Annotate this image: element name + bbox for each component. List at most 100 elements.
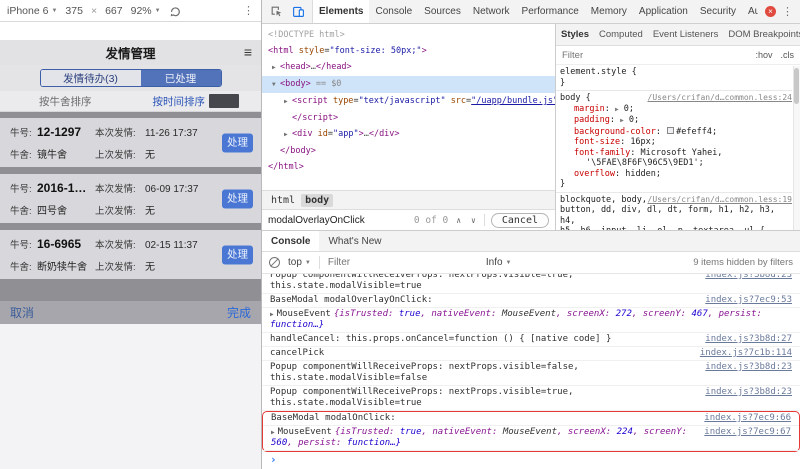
- source-link[interactable]: index.js?7ec9:53: [705, 295, 792, 306]
- devtools-pane: Elements Console Sources Network Perform…: [262, 0, 800, 469]
- tab-performance[interactable]: Performance: [516, 0, 585, 23]
- execution-context-select[interactable]: top ▼: [288, 257, 311, 268]
- sort-by-time[interactable]: 按时间排序: [153, 94, 206, 109]
- body-rule[interactable]: /Users/crifan/d…common.less:24 body { mar…: [556, 91, 792, 193]
- source-link[interactable]: index.js?3b8d:23: [705, 387, 792, 398]
- html-close-node[interactable]: </html>: [262, 159, 555, 175]
- inspect-icon[interactable]: [266, 2, 286, 22]
- script-node[interactable]: ▶ <script type="text/javascript" src="/ua…: [262, 93, 555, 110]
- script-close-node[interactable]: </script>: [262, 110, 555, 126]
- expand-icon[interactable]: ▶: [284, 94, 292, 110]
- more-icon[interactable]: ⋮: [782, 5, 793, 18]
- source-link[interactable]: index.js?3b8d:23: [705, 362, 792, 373]
- html-open-node[interactable]: <html style="font-size: 50px;">: [262, 43, 555, 59]
- more-icon[interactable]: ⋮: [243, 4, 254, 17]
- tab-audits[interactable]: Audits: [742, 0, 758, 23]
- expand-icon[interactable]: ▶: [272, 60, 280, 76]
- breadcrumb-body[interactable]: body: [301, 193, 334, 207]
- cow-no-label: 牛号:: [10, 128, 32, 139]
- current-estrus-value: 11-26 17:37: [145, 128, 198, 139]
- doctype-node[interactable]: <!DOCTYPE html>: [262, 27, 555, 43]
- color-swatch[interactable]: [667, 127, 675, 134]
- source-link[interactable]: index.js?7ec9:67: [704, 427, 791, 438]
- body-close-node[interactable]: </body>: [262, 143, 555, 159]
- stylesheet-link[interactable]: /Users/crifan/d…common.less:19: [648, 195, 793, 206]
- css-property[interactable]: overflow: hidden;: [560, 169, 792, 180]
- source-link[interactable]: index.js?7c1b:114: [700, 348, 792, 359]
- log-level-select[interactable]: Info ▼: [486, 257, 512, 268]
- cow-no-value: 16-6965: [37, 237, 82, 251]
- collapse-icon[interactable]: ▼: [272, 77, 280, 93]
- head-node[interactable]: ▶ <head>…</head>: [262, 59, 555, 76]
- find-next-icon[interactable]: ∨: [469, 216, 478, 225]
- css-property[interactable]: font-family: Microsoft Yahei,: [560, 148, 792, 159]
- tab-security[interactable]: Security: [694, 0, 742, 23]
- list-item-line1: 牛号: 2016-1… 本次发情: 06-09 17:37: [10, 179, 253, 197]
- pseudo-state-toggle[interactable]: :hov: [755, 50, 772, 60]
- tab-memory[interactable]: Memory: [585, 0, 633, 23]
- handle-button[interactable]: 处理: [222, 245, 253, 264]
- handle-button[interactable]: 处理: [222, 189, 253, 208]
- find-previous-icon[interactable]: ∧: [454, 216, 463, 225]
- tab-network[interactable]: Network: [467, 0, 516, 23]
- error-badge-icon[interactable]: ×: [765, 6, 776, 17]
- menu-icon[interactable]: ≡: [244, 44, 252, 60]
- scrollbar-thumb[interactable]: [794, 68, 799, 104]
- clear-console-icon[interactable]: [269, 257, 280, 268]
- tab-processed[interactable]: 已处理: [140, 70, 221, 86]
- console-message: index.js?7ec9:66 BaseModal modalOnClick:: [263, 412, 799, 426]
- css-property[interactable]: padding: ▶ 0;: [560, 115, 792, 127]
- expand-icon[interactable]: ▶: [271, 429, 275, 436]
- css-property[interactable]: margin: ▶ 0;: [560, 104, 792, 116]
- find-cancel-button[interactable]: Cancel: [490, 212, 549, 228]
- device-height-field[interactable]: 667: [105, 5, 123, 17]
- console-prompt[interactable]: ›: [262, 452, 800, 469]
- sort-by-barn[interactable]: 按牛舍排序: [39, 94, 92, 109]
- zoom-select[interactable]: 92% ▼: [131, 5, 161, 17]
- expand-icon[interactable]: ▶: [270, 311, 274, 318]
- list-item[interactable]: 牛号: 12-1297 本次发情: 11-26 17:37 牛舍: 镜牛舍 上次发情: 无 …: [0, 118, 261, 167]
- tab-computed[interactable]: Computed: [594, 29, 648, 40]
- device-select[interactable]: iPhone 6 ▼: [7, 5, 57, 17]
- tab-sources[interactable]: Sources: [418, 0, 467, 23]
- device-width-field[interactable]: 375: [65, 5, 83, 17]
- inline-style-rule[interactable]: element.style { }: [556, 65, 792, 91]
- rotate-icon[interactable]: [169, 5, 181, 17]
- tab-event-listeners[interactable]: Event Listeners: [648, 29, 723, 40]
- console-filter-input[interactable]: [327, 257, 478, 268]
- list-item[interactable]: 牛号: 2016-1… 本次发情: 06-09 17:37 牛舍: 四号舍 上次发情: 无 …: [0, 174, 261, 223]
- stylesheet-link[interactable]: /Users/crifan/d…common.less:24: [648, 93, 793, 104]
- expand-icon[interactable]: ▶: [284, 127, 292, 143]
- tab-dom-breakpoints[interactable]: DOM Breakpoints: [723, 29, 800, 40]
- styles-scrollbar[interactable]: [793, 66, 800, 230]
- source-link[interactable]: index.js?3b8d:23: [705, 274, 792, 281]
- tab-console[interactable]: Console: [369, 0, 418, 23]
- cancel-button[interactable]: 取消: [10, 304, 34, 321]
- list-item[interactable]: 牛号: 16-6965 本次发情: 02-15 11:37 牛舍: 断奶犊牛舍 上次发情:…: [0, 230, 261, 279]
- styles-filter-input[interactable]: [562, 49, 748, 61]
- breadcrumb-html[interactable]: html: [267, 194, 299, 207]
- tab-elements[interactable]: Elements: [313, 0, 370, 23]
- css-property[interactable]: font-size: 16px;: [560, 137, 792, 148]
- app-div-node[interactable]: ▶ <div id="app">…</div>: [262, 126, 555, 143]
- tab-application[interactable]: Application: [633, 0, 694, 23]
- done-button[interactable]: 完成: [227, 304, 251, 321]
- source-link[interactable]: index.js?7ec9:66: [704, 413, 791, 424]
- tab-whats-new[interactable]: What's New: [319, 231, 390, 251]
- source-link[interactable]: index.js?3b8d:27: [705, 334, 792, 345]
- tab-console[interactable]: Console: [262, 231, 320, 251]
- find-separator: [483, 214, 485, 226]
- current-estrus-value: 02-15 11:37: [145, 240, 198, 251]
- class-toggle[interactable]: .cls: [781, 50, 795, 60]
- last-estrus-value: 无: [145, 262, 155, 273]
- css-property[interactable]: background-color: #efeff4;: [560, 127, 792, 138]
- device-toolbar-icon[interactable]: [288, 2, 308, 22]
- elements-panel: <!DOCTYPE html> <html style="font-size: …: [262, 24, 556, 230]
- handle-button[interactable]: 处理: [222, 133, 253, 152]
- reset-rule[interactable]: /Users/crifan/d…common.less:19 blockquote…: [556, 193, 792, 231]
- script-src-link[interactable]: "/uapp/bundle.js": [471, 96, 555, 106]
- body-node-selected[interactable]: ▼ <body> == $0: [262, 76, 555, 93]
- tab-styles[interactable]: Styles: [556, 29, 594, 40]
- find-input[interactable]: [268, 214, 408, 226]
- tab-pending-estrus[interactable]: 发情待办(3): [40, 70, 141, 86]
